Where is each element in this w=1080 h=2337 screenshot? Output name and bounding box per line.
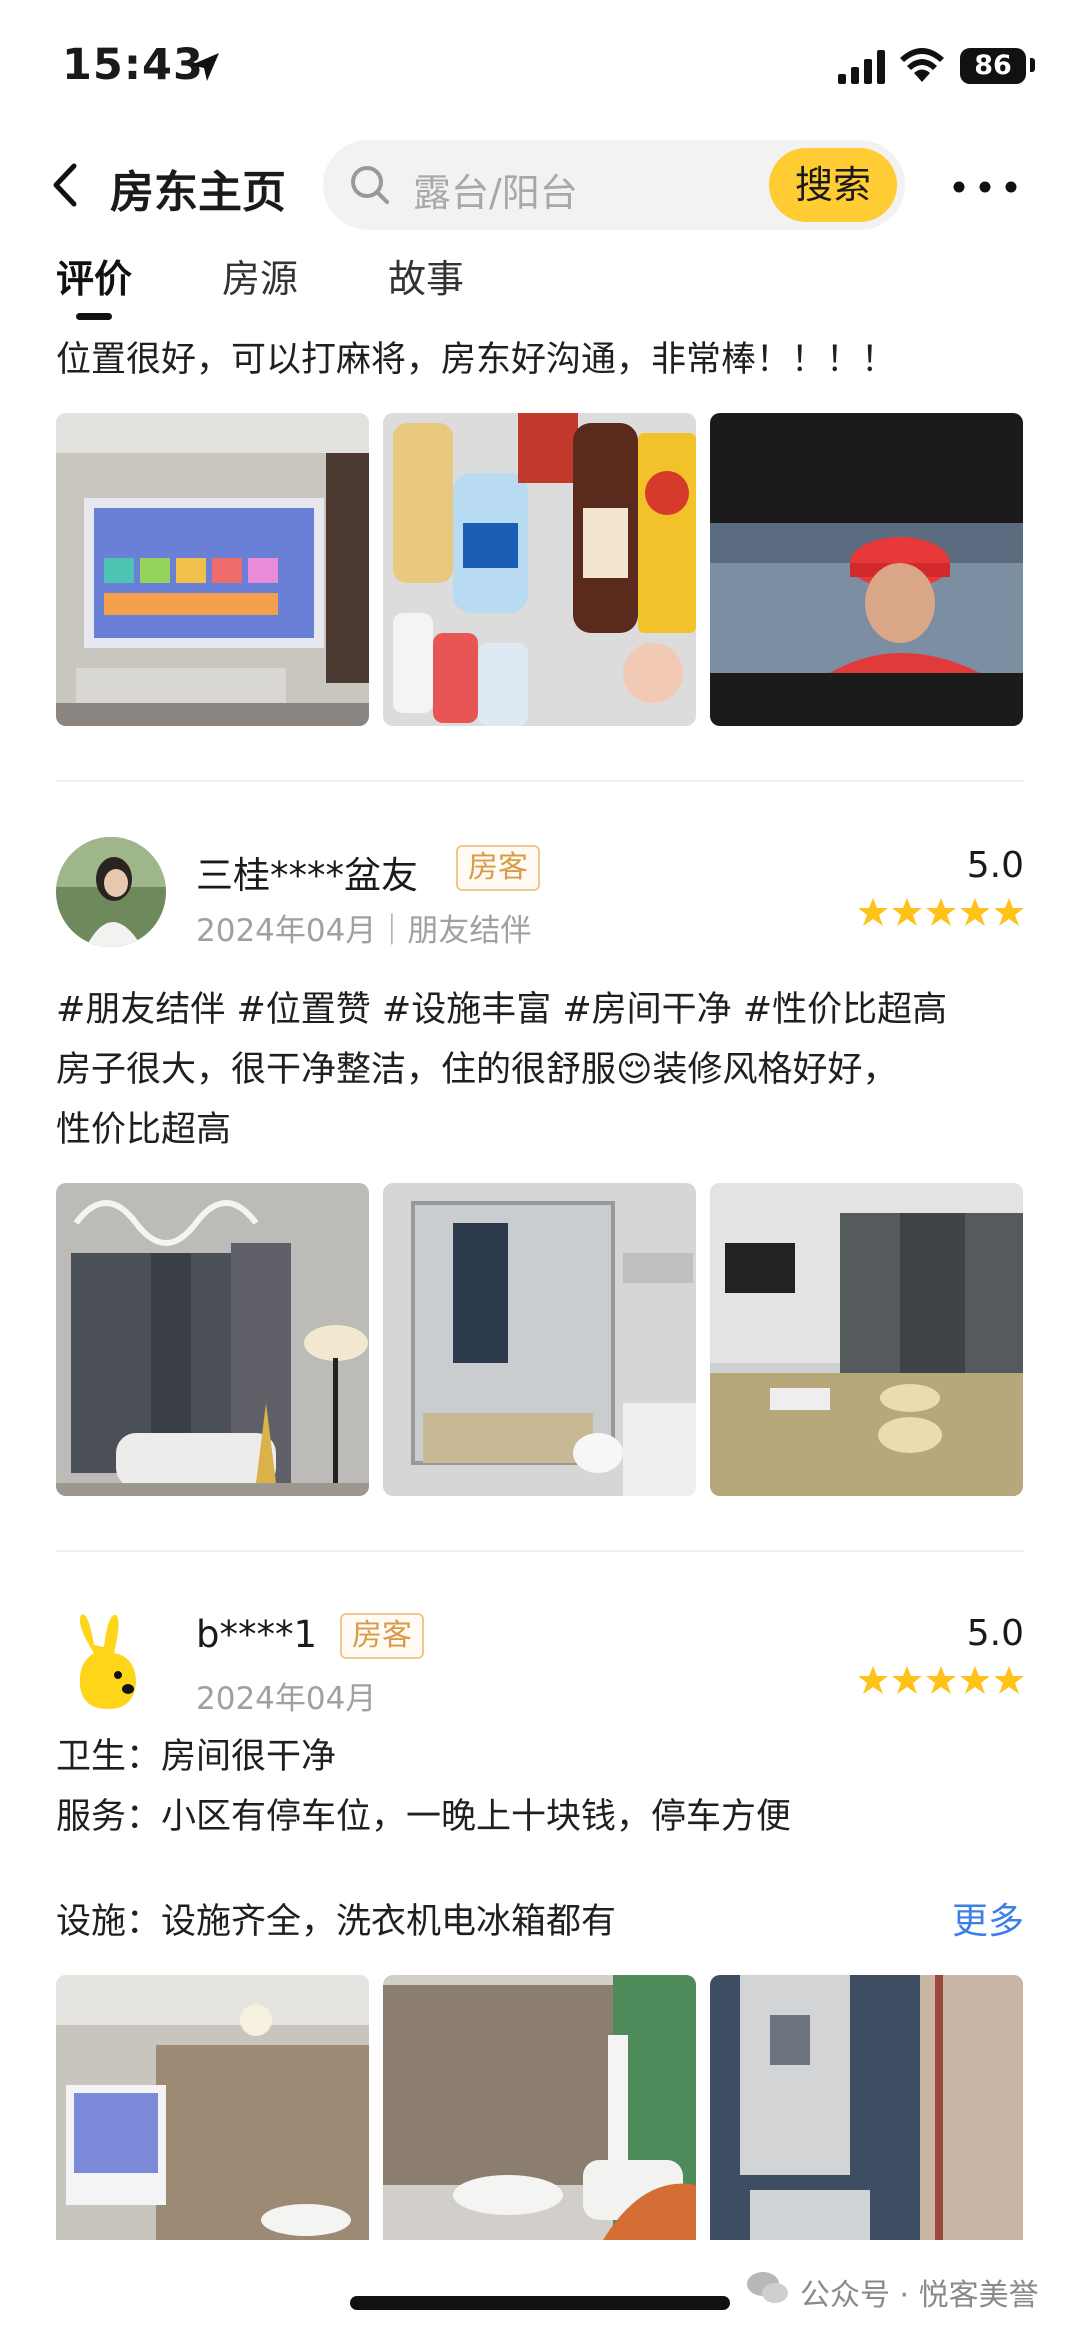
review-photo-projector[interactable] (56, 413, 369, 726)
rating-stars (858, 898, 1024, 926)
review-divider (56, 1550, 1024, 1552)
review-text: 房子很大，很干净整洁，住的很舒服😌装修风格好好， (56, 1050, 898, 1090)
reviewer-name[interactable]: 三桂****盆友 (196, 845, 418, 899)
star-icon (960, 1666, 990, 1694)
active-tab-indicator (76, 313, 112, 320)
star-icon (994, 1666, 1024, 1694)
avatar[interactable] (56, 1605, 166, 1715)
review-facility-text: 设施：设施齐全，洗衣机电冰箱都有 (56, 1902, 617, 1942)
guest-badge: 房客 (456, 845, 540, 891)
review-photo-snacks[interactable] (383, 413, 696, 726)
watermark-text: 公众号 · 悦客美誉 (800, 2278, 1039, 2313)
review-photo-room[interactable] (56, 1975, 369, 2240)
tab-stories[interactable]: 故事 (388, 248, 464, 303)
page-title: 房东主页 (110, 167, 286, 218)
review-date: 2024年04月｜朋友结伴 (196, 913, 532, 949)
location-arrow-icon (191, 53, 219, 81)
star-icon (926, 1666, 956, 1694)
star-icon (994, 898, 1024, 926)
review-date: 2024年04月 (196, 1681, 377, 1717)
review-text: 服务：小区有停车位，一晚上十块钱，停车方便 (56, 1797, 792, 1837)
star-icon (960, 898, 990, 926)
battery-indicator: 86 (960, 48, 1026, 84)
review-photo-tatami-room[interactable] (710, 1183, 1023, 1496)
avatar[interactable] (56, 837, 166, 947)
review-photo-living-room[interactable] (56, 1183, 369, 1496)
more-link[interactable]: 更多 (952, 1892, 1024, 1944)
review-photo-movie[interactable] (710, 413, 1023, 726)
nav-bar: 房东主页 露台/阳台 搜索 (0, 130, 1080, 240)
tab-bar: 评价 房源 故事 (0, 240, 1080, 325)
review-photo-laundry[interactable] (710, 1975, 1023, 2240)
search-button[interactable]: 搜索 (769, 148, 897, 222)
review-score: 5.0 (966, 845, 1024, 886)
tab-reviews[interactable]: 评价 (56, 248, 132, 303)
star-icon (858, 898, 888, 926)
review-divider (56, 780, 1024, 782)
star-icon (926, 898, 956, 926)
star-icon (892, 1666, 922, 1694)
search-placeholder: 露台/阳台 (413, 171, 578, 215)
landlord-review-page: 15:43 86 房东主页 露台/阳台 搜索 评价 房源 故事 位置很好，可以打… (0, 0, 1080, 2337)
reviewer-name[interactable]: b****1 (196, 1613, 317, 1656)
review-tags: #朋友结伴 #位置赞 #设施丰富 #房间干净 #性价比超高 (56, 990, 948, 1030)
star-icon (858, 1666, 888, 1694)
review-text: 性价比超高 (56, 1110, 232, 1150)
home-indicator[interactable] (350, 2296, 730, 2310)
guest-badge: 房客 (340, 1613, 424, 1659)
tab-listings[interactable]: 房源 (222, 248, 298, 303)
back-arrow-icon[interactable] (46, 160, 86, 210)
search-input[interactable]: 露台/阳台 搜索 (323, 140, 905, 230)
wechat-icon (747, 2272, 788, 2303)
star-icon (892, 898, 922, 926)
review-photo-lounge[interactable] (383, 1975, 696, 2240)
review-text: 卫生：房间很干净 (56, 1737, 337, 1777)
review-score: 5.0 (966, 1613, 1024, 1654)
battery-tip (1030, 58, 1035, 72)
cellular-signal-icon (838, 50, 885, 84)
search-icon (351, 166, 389, 204)
review-text: 位置很好，可以打麻将，房东好沟通，非常棒！！！！ (56, 340, 897, 380)
wifi-icon (900, 48, 944, 82)
status-time: 15:43 (62, 40, 204, 90)
status-bar: 15:43 86 (0, 0, 1080, 130)
rating-stars (858, 1666, 1024, 1694)
review-photo-bathroom[interactable] (383, 1183, 696, 1496)
more-options-icon[interactable] (950, 180, 1020, 194)
